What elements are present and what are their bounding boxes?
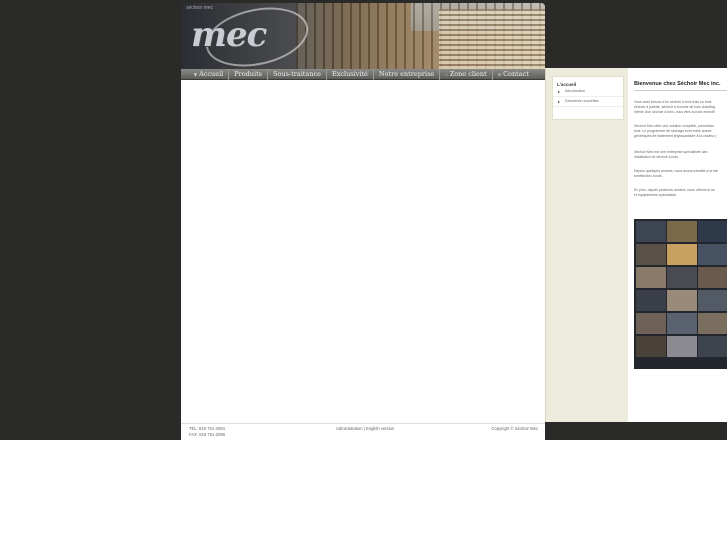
sidebar-link-introduction[interactable]: Introduction	[553, 87, 623, 97]
nav-label: Exclusivité	[331, 69, 368, 78]
nav-label: Notre entreprise	[378, 69, 435, 78]
collage-tile	[698, 290, 727, 311]
collage-tile	[636, 336, 666, 357]
sidebar-box: L'accueil Introduction Dernières nouvell…	[552, 76, 624, 120]
sidebar-link-nouvelles[interactable]: Dernières nouvelles	[553, 97, 623, 107]
nav-exclusivite[interactable]: Exclusivité	[327, 68, 374, 80]
nav-accueil[interactable]: ▼ Accueil	[189, 68, 230, 80]
collage-tile	[636, 290, 666, 311]
intro-paragraph-line: installation de séchoir à bois.	[634, 155, 679, 159]
collage-tile	[667, 336, 697, 357]
intro-paragraph-line: et équipements spécialisés.	[634, 193, 677, 197]
nav-sous-traitance[interactable]: Sous-traitance	[268, 68, 327, 80]
nav-label: Zone client	[449, 69, 487, 78]
sidebar-title: L'accueil	[557, 82, 577, 87]
footer-links[interactable]: Administration | English version	[336, 426, 394, 431]
collage-tile	[698, 221, 727, 242]
collage-tile	[636, 221, 666, 242]
intro-paragraph-line: même d'un séchoir à bois, vous êtes au b…	[634, 110, 716, 114]
collage-tile	[667, 244, 697, 265]
collage-tile	[667, 313, 697, 334]
collage-tile	[698, 267, 727, 288]
heading-divider	[634, 90, 727, 91]
nav-label: Produits	[234, 69, 263, 78]
site-header: séchoir mec mec	[181, 3, 545, 69]
footer-fax: FAX: 819 751-2096	[189, 431, 226, 437]
nav-arrow-icon: ▼	[194, 71, 198, 77]
welcome-heading: Bienvenue chez Séchoir Mec inc.	[634, 81, 721, 87]
collage-tile	[636, 313, 666, 334]
nav-contact[interactable]: ✉ Contact	[493, 69, 534, 80]
footer-copyright: Copyright © Séchoir Mec	[491, 426, 538, 431]
footer-tel: TEL: 819 751-2084	[189, 426, 225, 431]
embedded-sidebar: L'accueil Introduction Dernières nouvell…	[545, 68, 628, 422]
site-footer: TEL: 819 751-2084 FAX: 819 751-2096 Admi…	[181, 423, 545, 441]
main-navigation: ▼ Accueil Produits Sous-traitance Exclusi…	[181, 68, 545, 80]
nav-notre-entreprise[interactable]: Notre entreprise	[374, 68, 441, 80]
collage-tile	[698, 244, 727, 265]
embedded-page-frame: L'accueil Introduction Dernières nouvell…	[545, 68, 727, 422]
collage-tile	[698, 336, 727, 357]
nav-label: Accueil	[199, 69, 224, 78]
nav-arrow-icon: »	[445, 71, 448, 77]
intro-paragraph-line: torréfaction à bois.	[634, 174, 663, 178]
collage-tile	[698, 313, 727, 334]
workshop-photo-collage	[634, 219, 727, 369]
collage-tile	[667, 267, 697, 288]
footer-contact: TEL: 819 751-2084 FAX: 819 751-2096	[189, 426, 225, 437]
envelope-icon: ✉	[497, 71, 502, 77]
header-lumber-stack	[439, 9, 545, 69]
collage-tile	[636, 267, 666, 288]
collage-tile	[667, 290, 697, 311]
nav-label: Sous-traitance	[273, 69, 321, 78]
main-content-area	[181, 80, 545, 423]
nav-zone-client[interactable]: » Zone client	[440, 68, 493, 80]
intro-paragraph-line: génériques de traitement phytosanitaire …	[634, 134, 717, 138]
logo-tagline: séchoir mec	[186, 5, 213, 11]
nav-label: Contact	[503, 69, 529, 78]
collage-tile	[667, 221, 697, 242]
site-logo[interactable]: mec	[191, 15, 267, 55]
nav-produits[interactable]: Produits	[229, 68, 269, 80]
embedded-frame-bottom	[545, 422, 727, 440]
collage-tile	[636, 244, 666, 265]
embedded-main: Bienvenue chez Séchoir Mec inc. Vous ave…	[628, 68, 727, 422]
